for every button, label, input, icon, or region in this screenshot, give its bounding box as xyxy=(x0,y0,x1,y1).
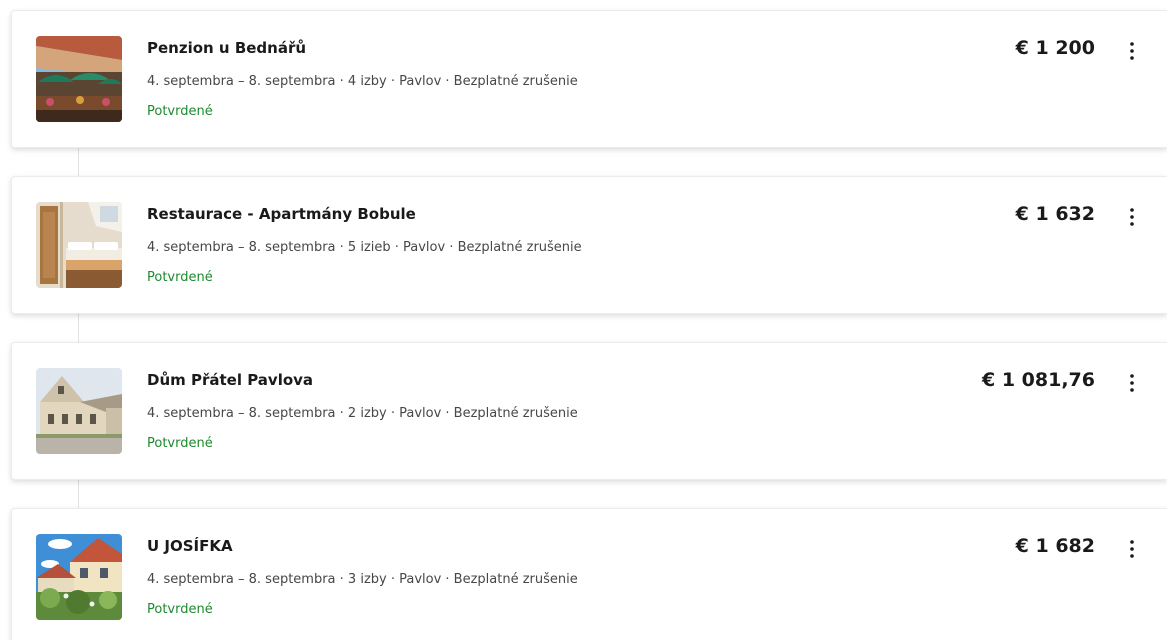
booking-details: 4. septembra – 8. septembra · 5 izieb · … xyxy=(147,240,582,255)
booking-status: Potvrdené xyxy=(147,436,213,451)
more-vertical-icon xyxy=(1130,42,1134,60)
guesthouse-terrace-photo xyxy=(36,36,122,122)
booking-card[interactable]: Restaurace - Apartmány Bobule 4. septemb… xyxy=(11,176,1167,314)
booking-status: Potvrdené xyxy=(147,602,213,617)
property-name[interactable]: U JOSÍFKA xyxy=(147,537,233,555)
property-thumbnail[interactable] xyxy=(36,368,122,454)
more-vertical-icon xyxy=(1130,208,1134,226)
booking-details: 4. septembra – 8. septembra · 2 izby · P… xyxy=(147,406,578,421)
timeline-connector xyxy=(78,314,79,342)
timeline-connector xyxy=(78,148,79,176)
village-house-garden-photo xyxy=(36,534,122,620)
more-options-button[interactable] xyxy=(1119,202,1145,232)
more-vertical-icon xyxy=(1130,374,1134,392)
booking-price: € 1 682 xyxy=(1015,535,1095,557)
booking-details: 4. septembra – 8. septembra · 4 izby · P… xyxy=(147,74,578,89)
booking-card[interactable]: Penzion u Bednářů 4. septembra – 8. sept… xyxy=(11,10,1167,148)
booking-status: Potvrdené xyxy=(147,104,213,119)
timeline-connector xyxy=(78,480,79,508)
booking-card[interactable]: Dům Přátel Pavlova 4. septembra – 8. sep… xyxy=(11,342,1167,480)
apartment-bedroom-photo xyxy=(36,202,122,288)
property-thumbnail[interactable] xyxy=(36,202,122,288)
booking-status: Potvrdené xyxy=(147,270,213,285)
booking-price: € 1 081,76 xyxy=(982,369,1095,391)
property-name[interactable]: Dům Přátel Pavlova xyxy=(147,371,313,389)
booking-price: € 1 632 xyxy=(1015,203,1095,225)
property-thumbnail[interactable] xyxy=(36,534,122,620)
house-exterior-photo xyxy=(36,368,122,454)
booking-card[interactable]: U JOSÍFKA 4. septembra – 8. septembra · … xyxy=(11,508,1167,640)
booking-price: € 1 200 xyxy=(1015,37,1095,59)
booking-details: 4. septembra – 8. septembra · 3 izby · P… xyxy=(147,572,578,587)
bookings-list: Penzion u Bednářů 4. septembra – 8. sept… xyxy=(0,0,1167,640)
more-vertical-icon xyxy=(1130,540,1134,558)
property-thumbnail[interactable] xyxy=(36,36,122,122)
property-name[interactable]: Restaurace - Apartmány Bobule xyxy=(147,205,416,223)
more-options-button[interactable] xyxy=(1119,534,1145,564)
more-options-button[interactable] xyxy=(1119,368,1145,398)
property-name[interactable]: Penzion u Bednářů xyxy=(147,39,306,57)
more-options-button[interactable] xyxy=(1119,36,1145,66)
